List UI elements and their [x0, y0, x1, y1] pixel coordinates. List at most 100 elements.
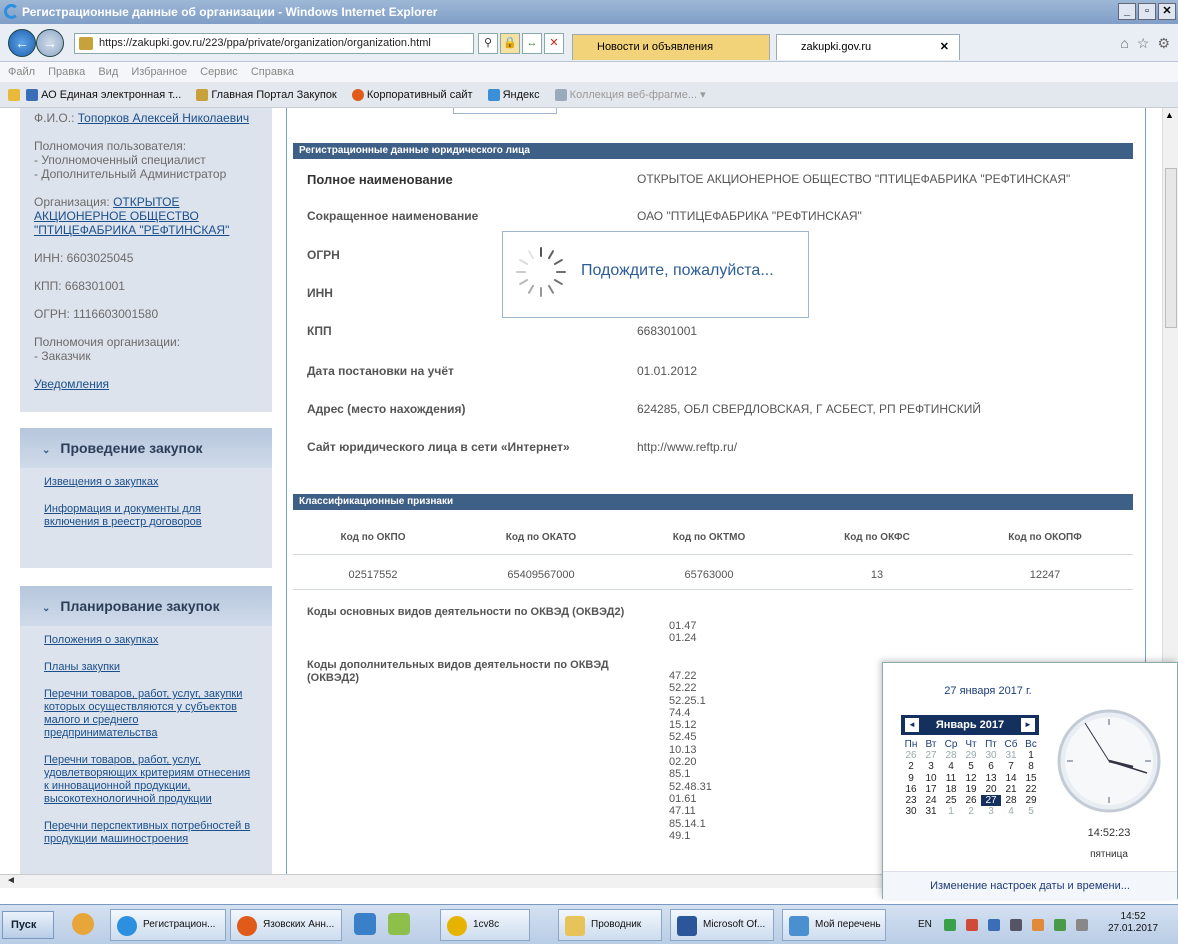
tray-antivirus-icon[interactable]: [966, 919, 978, 931]
taskbar-item-1c[interactable]: 1cv8c: [440, 909, 530, 941]
day-cell[interactable]: 21: [1001, 784, 1021, 795]
day-cell[interactable]: 19: [961, 784, 981, 795]
day-cell[interactable]: 8: [1021, 761, 1041, 772]
day-cell[interactable]: 4: [941, 761, 961, 772]
day-cell[interactable]: 31: [921, 806, 941, 817]
next-month-icon[interactable]: ►: [1021, 718, 1035, 732]
fio-link[interactable]: Топорков Алексей Николаевич: [78, 111, 249, 125]
favorites-star-icon[interactable]: [8, 89, 20, 102]
day-cell[interactable]: 26: [901, 750, 921, 761]
forward-button[interactable]: →: [36, 29, 64, 57]
tray-network-icon[interactable]: [988, 919, 1000, 931]
day-cell[interactable]: 11: [941, 773, 961, 784]
day-cell[interactable]: 9: [901, 773, 921, 784]
day-cell[interactable]: 24: [921, 795, 941, 806]
day-cell[interactable]: 16: [901, 784, 921, 795]
day-cell[interactable]: 1: [941, 806, 961, 817]
day-cell[interactable]: 31: [1001, 750, 1021, 761]
home-icon[interactable]: ⌂: [1120, 35, 1128, 52]
fav-etp[interactable]: АО Единая электронная т...: [26, 89, 181, 102]
tray-update-icon[interactable]: [1032, 919, 1044, 931]
day-cell[interactable]: 3: [921, 761, 941, 772]
tray-safely-remove-icon[interactable]: [1054, 919, 1066, 931]
fav-yandex[interactable]: Яндекс: [487, 89, 540, 102]
menu-view[interactable]: Вид: [98, 66, 118, 78]
messenger-icon[interactable]: [72, 913, 94, 935]
compat-icon[interactable]: ↔: [522, 33, 542, 54]
prev-month-icon[interactable]: ◄: [905, 718, 919, 732]
tray-clock[interactable]: 14:52 27.01.2017: [1108, 911, 1158, 935]
fav-webslice[interactable]: Коллекция веб-фрагме... ▾: [554, 89, 706, 102]
day-cell[interactable]: 25: [941, 795, 961, 806]
taskbar-item-ie[interactable]: Регистрацион...: [110, 909, 226, 941]
tray-app-icon[interactable]: [944, 919, 956, 931]
menu-favorites[interactable]: Избранное: [131, 66, 187, 78]
fav-zakupki[interactable]: Главная Портал Закупок: [196, 89, 337, 102]
day-cell[interactable]: 10: [921, 773, 941, 784]
day-cell[interactable]: 22: [1021, 784, 1041, 795]
scroll-up-icon[interactable]: ▲: [1165, 110, 1174, 120]
link-notices[interactable]: Извещения о закупках: [44, 476, 252, 489]
taskbar-item-firefox[interactable]: Язовских Анн...: [230, 909, 342, 941]
stop-icon[interactable]: ✕: [544, 33, 564, 54]
day-cell[interactable]: 30: [901, 806, 921, 817]
back-button[interactable]: ←: [8, 29, 36, 57]
tray-keyboard-icon[interactable]: [1076, 919, 1088, 931]
start-button[interactable]: Пуск: [2, 911, 54, 939]
volume-icon[interactable]: [1010, 919, 1022, 931]
day-cell[interactable]: 29: [961, 750, 981, 761]
menu-file[interactable]: Файл: [8, 66, 35, 78]
notifications-link[interactable]: Уведомления: [34, 377, 109, 391]
day-cell[interactable]: 5: [1021, 806, 1041, 817]
day-cell[interactable]: 4: [1001, 806, 1021, 817]
day-cell[interactable]: 2: [901, 761, 921, 772]
minimize-button[interactable]: _: [1118, 3, 1136, 20]
link-regulations[interactable]: Положения о закупках: [44, 634, 252, 647]
day-cell[interactable]: 28: [941, 750, 961, 761]
day-cell[interactable]: 3: [981, 806, 1001, 817]
section-header-procurement[interactable]: ⌄ Проведение закупок: [20, 428, 272, 468]
link-contract-docs[interactable]: Информация и документы для включения в р…: [44, 503, 252, 529]
day-cell[interactable]: 26: [961, 795, 981, 806]
day-cell[interactable]: 12: [961, 773, 981, 784]
day-cell[interactable]: 2: [961, 806, 981, 817]
menu-help[interactable]: Справка: [251, 66, 294, 78]
day-cell[interactable]: 6: [981, 761, 1001, 772]
taskbar-item-word[interactable]: Microsoft Of...: [670, 909, 774, 941]
day-cell[interactable]: 18: [941, 784, 961, 795]
gear-icon[interactable]: ⚙: [1157, 35, 1170, 52]
media-icon[interactable]: [354, 913, 376, 935]
fav-corporate[interactable]: Корпоративный сайт: [351, 89, 473, 102]
day-cell[interactable]: 14: [1001, 773, 1021, 784]
calendar-long-date[interactable]: 27 января 2017 г.: [883, 685, 1093, 697]
tab-news[interactable]: Новости и объявления: [572, 34, 770, 60]
restore-button[interactable]: ▫: [1138, 3, 1156, 20]
day-cell[interactable]: 23: [901, 795, 921, 806]
link-plans[interactable]: Планы закупки: [44, 661, 252, 674]
day-cell-selected[interactable]: 27: [981, 795, 1001, 807]
search-icon[interactable]: ⚲: [478, 33, 498, 54]
day-cell[interactable]: 28: [1001, 795, 1021, 806]
link-machinery-needs[interactable]: Перечни перспективных потребностей в про…: [44, 820, 252, 846]
change-datetime-link[interactable]: Изменение настроек даты и времени...: [883, 871, 1177, 899]
taskbar-item-my-list[interactable]: Мой перечень: [782, 909, 886, 941]
day-cell[interactable]: 5: [961, 761, 981, 772]
day-cell[interactable]: 15: [1021, 773, 1041, 784]
menu-tools[interactable]: Сервис: [200, 66, 238, 78]
day-cell[interactable]: 17: [921, 784, 941, 795]
section-header-planning[interactable]: ⌄ Планирование закупок: [20, 586, 272, 626]
close-button[interactable]: ✕: [1158, 3, 1176, 20]
taskbar-item-explorer[interactable]: Проводник: [558, 909, 662, 941]
scroll-left-icon[interactable]: ◄: [6, 875, 16, 886]
day-cell[interactable]: 1: [1021, 750, 1041, 761]
tab-close-icon[interactable]: ✕: [940, 35, 949, 59]
favorites-star-icon[interactable]: ☆: [1137, 35, 1150, 52]
link-sme-lists[interactable]: Перечни товаров, работ, услуг, закупки к…: [44, 688, 252, 740]
day-cell[interactable]: 20: [981, 784, 1001, 795]
day-cell[interactable]: 7: [1001, 761, 1021, 772]
scrollbar-thumb[interactable]: [1165, 168, 1177, 328]
network-app-icon[interactable]: [388, 913, 410, 935]
day-cell[interactable]: 30: [981, 750, 1001, 761]
address-bar[interactable]: https://zakupki.gov.ru/223/ppa/private/o…: [74, 33, 474, 54]
link-innovation-lists[interactable]: Перечни товаров, работ, услуг, удовлетво…: [44, 754, 252, 806]
